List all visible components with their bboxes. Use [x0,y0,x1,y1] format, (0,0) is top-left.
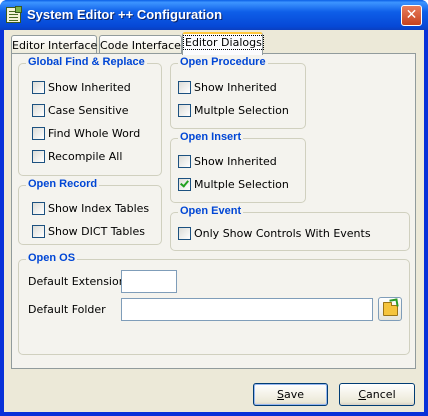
checkbox-box[interactable] [32,81,45,94]
checkbox-box[interactable] [178,227,191,240]
group-open-procedure: Open Procedure Show Inherited Multple Se… [170,56,306,129]
group-title: Open Insert [178,131,244,143]
cancel-accelerator: C [358,388,367,401]
tab-label: Editor Interface [12,39,98,52]
folder-open-icon [383,302,398,316]
tab-label: Editor Dialogs [183,35,264,50]
checkbox-label: Multple Selection [194,104,289,117]
tab-code-interface[interactable]: Code Interface [99,35,182,55]
browse-folder-button[interactable] [378,297,402,321]
default-extension-label: Default Extension [28,275,126,288]
save-label: ave [283,388,304,401]
checkbox-box[interactable] [178,104,191,117]
check-mark-icon [180,178,189,188]
checkbox-label: Case Sensitive [48,104,129,117]
checkbox-box[interactable] [32,225,45,238]
default-extension-input[interactable] [121,270,177,293]
checkbox-label: Only Show Controls With Events [194,227,371,240]
save-button[interactable]: Save [253,383,328,406]
group-open-record: Open Record Show Index Tables Show DICT … [18,178,162,245]
group-title: Open Record [26,178,100,190]
checkbox-label: Show Inherited [194,155,277,168]
group-open-os: Open OS Default Extension Default Folder [18,252,410,355]
group-title: Open Procedure [178,56,268,68]
tab-editor-interface[interactable]: Editor Interface [11,35,97,55]
checkbox-box[interactable] [32,150,45,163]
checkbox-label: Show DICT Tables [48,225,145,238]
group-title: Open Event [178,205,244,217]
checkbox-box[interactable] [32,127,45,140]
checkbox-label: Multple Selection [194,178,289,191]
tab-label: Code Interface [100,39,181,52]
group-title: Global Find & Replace [26,56,147,68]
checkbox-box[interactable] [178,155,191,168]
app-editor-icon [6,6,22,23]
group-open-event: Open Event Only Show Controls With Event… [170,205,410,251]
editor-dialogs-page: Global Find & Replace Show Inherited Cas… [11,53,416,369]
checkbox-label: Show Index Tables [48,202,150,215]
save-accelerator: S [276,388,284,401]
checkbox-label: Show Inherited [48,81,131,94]
cancel-label: ancel [366,388,396,401]
checkbox-box[interactable] [178,81,191,94]
tab-editor-dialogs[interactable]: Editor Dialogs [182,32,264,55]
default-folder-label: Default Folder [28,303,106,316]
checkbox-box[interactable] [178,178,191,191]
window-title: System Editor ++ Configuration [27,7,223,22]
group-open-insert: Open Insert Show Inherited Multple Selec… [170,131,306,203]
checkbox-label: Show Inherited [194,81,277,94]
title-bar[interactable]: System Editor ++ Configuration ✕ [0,0,428,30]
checkbox-box[interactable] [32,202,45,215]
cancel-button[interactable]: Cancel [339,383,415,406]
checkbox-box[interactable] [32,104,45,117]
checkbox-label: Recompile All [48,150,123,163]
group-title: Open OS [26,252,78,264]
dialog-body: Editor Interface Code Interface Editor D… [4,30,424,412]
close-button[interactable]: ✕ [401,5,422,26]
configuration-window: System Editor ++ Configuration ✕ Editor … [0,0,428,416]
group-global-find-replace: Global Find & Replace Show Inherited Cas… [18,56,162,176]
default-folder-input[interactable] [121,298,373,321]
checkbox-label: Find Whole Word [48,127,141,140]
